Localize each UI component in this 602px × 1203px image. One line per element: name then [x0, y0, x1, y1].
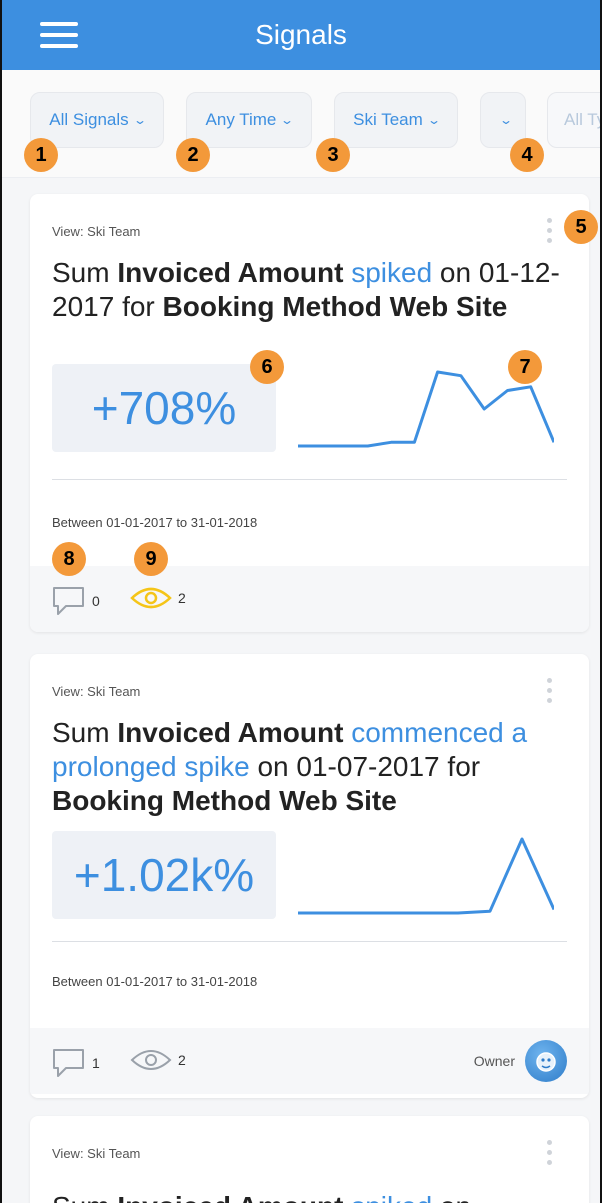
chevron-down-icon: ⌄: [426, 113, 441, 127]
signal-card[interactable]: View: Ski Team Sum Invoiced Amount spike…: [30, 194, 589, 632]
app-header: Signals: [2, 0, 600, 70]
signal-card[interactable]: View: Ski Team Sum Invoiced Amount comme…: [30, 654, 589, 1098]
view-filter-label: Ski Team: [353, 110, 423, 129]
type-filter[interactable]: All Ty: [547, 92, 602, 148]
title-metric: Invoiced Amount: [117, 257, 344, 288]
owner-label: Owner: [473, 1053, 515, 1069]
owner-info[interactable]: Owner: [474, 1040, 567, 1082]
comments-button[interactable]: 0: [52, 586, 100, 616]
comment-icon: [53, 1049, 84, 1077]
signal-type-filter-label: All Signals: [49, 110, 129, 129]
callout-badge-5: 5: [564, 210, 598, 244]
watcher-count: 2: [178, 590, 186, 606]
signal-card[interactable]: View: Ski Team Sum Invoiced Amount spike…: [30, 1116, 589, 1203]
callout-badge-2: 2: [176, 138, 210, 172]
title-metric: Invoiced Amount: [117, 717, 344, 748]
title-event: spiked: [351, 1191, 432, 1203]
callout-badge-8: 8: [52, 542, 86, 576]
title-event: spiked: [351, 257, 433, 288]
type-filter-label: All Ty: [564, 110, 602, 129]
card-view-label: View: Ski Team: [52, 684, 141, 699]
card-view-label: View: Ski Team: [52, 1146, 141, 1161]
title-middle: on: [432, 1191, 471, 1203]
signal-title: Sum Invoiced Amount commenced a prolonge…: [52, 716, 562, 818]
title-middle: on 01-07-2017 for: [249, 751, 481, 782]
signal-title: Sum Invoiced Amount spiked on 01-12-2017…: [52, 256, 562, 324]
callout-badge-7: 7: [508, 350, 542, 384]
comments-button[interactable]: 1: [52, 1048, 100, 1078]
chevron-down-icon: ⌄: [280, 113, 295, 127]
watchers-button[interactable]: 2: [130, 1048, 186, 1072]
sparkline-series: [298, 370, 554, 448]
signal-title: Sum Invoiced Amount spiked on: [52, 1190, 562, 1203]
comment-count: 0: [92, 593, 100, 609]
change-percent: +708%: [52, 364, 276, 452]
date-range: Between 01-01-2017 to 31-01-2018: [52, 515, 258, 530]
sparkline-series: [298, 837, 554, 915]
chevron-down-icon: ⌄: [132, 113, 147, 127]
eye-icon: [130, 1050, 172, 1070]
date-range: Between 01-01-2017 to 31-01-2018: [52, 974, 258, 989]
filter-bar: All Signals ⌄ Any Time ⌄ Ski Team ⌄ ⌄ All T…: [2, 70, 600, 178]
card-footer: 0 2: [30, 566, 589, 632]
card-footer: 1 2 Owner: [30, 1028, 589, 1094]
callout-badge-4: 4: [510, 138, 544, 172]
comment-count: 1: [92, 1055, 100, 1071]
title-prefix: Sum: [52, 717, 118, 748]
avatar-mascot-icon: [536, 1052, 556, 1072]
signal-type-filter[interactable]: All Signals ⌄: [30, 92, 164, 148]
callout-badge-3: 3: [316, 138, 350, 172]
watchers-button[interactable]: 2: [130, 586, 186, 610]
more-options-icon[interactable]: [545, 678, 553, 708]
title-segment: Booking Method Web Site: [162, 291, 508, 322]
callout-badge-1: 1: [24, 138, 58, 172]
change-percent: +1.02k%: [52, 831, 276, 919]
eye-icon: [130, 587, 172, 609]
card-divider: [52, 941, 567, 942]
app-frame: Signals All Signals ⌄ Any Time ⌄ Ski Team ⌄…: [0, 0, 602, 1203]
view-filter[interactable]: Ski Team ⌄: [334, 92, 458, 148]
callout-badge-9: 9: [134, 542, 168, 576]
chevron-down-icon: ⌄: [498, 113, 514, 127]
more-options-icon[interactable]: [545, 1140, 553, 1170]
more-options-icon[interactable]: [545, 218, 553, 248]
title-metric: Invoiced Amount: [117, 1191, 343, 1203]
time-filter-label: Any Time: [205, 110, 277, 129]
sparkline-chart: [298, 837, 554, 915]
callout-badge-6: 6: [250, 350, 284, 384]
page-title: Signals: [255, 19, 347, 50]
comment-icon: [53, 587, 84, 615]
card-view-label: View: Ski Team: [52, 224, 141, 239]
title-prefix: Sum: [52, 1191, 117, 1203]
title-prefix: Sum: [52, 257, 118, 288]
watcher-count: 2: [178, 1052, 186, 1068]
card-divider: [52, 479, 567, 480]
hamburger-menu-icon[interactable]: [40, 22, 78, 50]
title-segment: Booking Method Web Site: [52, 785, 397, 816]
time-filter[interactable]: Any Time ⌄: [186, 92, 312, 148]
avatar: [525, 1040, 567, 1082]
